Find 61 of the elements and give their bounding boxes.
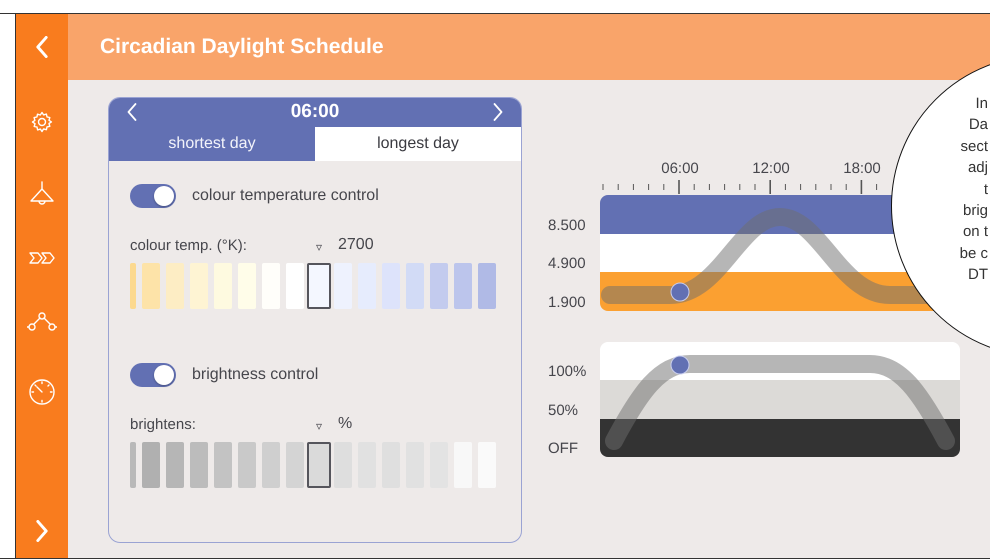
value-text: % bbox=[338, 415, 354, 433]
toggle-label: brightness control bbox=[192, 366, 318, 384]
level-swatch[interactable] bbox=[262, 442, 280, 488]
axis-label: 4.900 bbox=[548, 255, 586, 272]
callout-text: adj bbox=[968, 158, 988, 178]
level-swatch[interactable] bbox=[130, 263, 136, 309]
next-time-button[interactable] bbox=[492, 103, 503, 122]
chevron-left-icon bbox=[127, 103, 137, 122]
toggle-switch[interactable] bbox=[130, 184, 176, 208]
time-axis-label: 12:00 bbox=[752, 160, 790, 177]
level-swatch[interactable] bbox=[166, 263, 184, 309]
level-swatch[interactable] bbox=[406, 263, 424, 309]
level-swatch[interactable] bbox=[238, 442, 256, 488]
level-swatch[interactable] bbox=[142, 263, 160, 309]
day-tab[interactable]: shortest day bbox=[109, 126, 315, 161]
curve-handle[interactable] bbox=[670, 282, 690, 302]
double-chevron-icon bbox=[28, 250, 56, 266]
axis-label: 8.500 bbox=[548, 216, 586, 234]
value-text: 2700 bbox=[338, 236, 375, 254]
level-swatch[interactable] bbox=[478, 263, 496, 309]
chevron-left-icon bbox=[36, 36, 48, 58]
marker-text: ▿ bbox=[316, 419, 322, 433]
callout-text: brig bbox=[962, 201, 988, 222]
gauge-icon bbox=[28, 378, 56, 406]
chevron-right-icon bbox=[36, 520, 48, 542]
level-swatch[interactable] bbox=[166, 442, 184, 488]
level-swatch[interactable] bbox=[430, 263, 448, 309]
day-tab[interactable]: longest day bbox=[315, 126, 521, 161]
callout-text: In bbox=[975, 94, 988, 114]
callout-text: sect bbox=[960, 136, 988, 157]
time-axis-label: 18:00 bbox=[843, 160, 881, 177]
curve-handle[interactable] bbox=[670, 355, 690, 374]
callout-text: on t bbox=[962, 222, 988, 242]
axis-label: 100% bbox=[548, 363, 586, 380]
settings-icon bbox=[30, 110, 54, 134]
time-axis-label: 06:00 bbox=[661, 160, 699, 177]
callout-text: Da bbox=[968, 115, 988, 136]
level-swatch[interactable] bbox=[454, 263, 472, 309]
axis-label: OFF bbox=[548, 440, 578, 457]
field-label: brightens: bbox=[130, 416, 197, 433]
chevron-right-icon bbox=[492, 103, 503, 122]
level-swatch[interactable] bbox=[307, 263, 331, 309]
field-label: colour temp. (°K): bbox=[130, 237, 248, 254]
callout-text: t bbox=[984, 180, 988, 200]
level-swatch[interactable] bbox=[142, 442, 160, 488]
callout-text: DT bbox=[968, 265, 988, 286]
marker-text: ▿ bbox=[316, 240, 322, 254]
level-swatch[interactable] bbox=[190, 442, 208, 488]
previous-time-button[interactable] bbox=[127, 103, 137, 122]
level-swatch[interactable] bbox=[130, 442, 136, 488]
page-title: Circadian Daylight Schedule bbox=[100, 35, 384, 59]
level-swatch[interactable] bbox=[214, 442, 232, 488]
level-swatch[interactable] bbox=[286, 442, 304, 488]
axis-label: 1.900 bbox=[548, 294, 586, 310]
time-text: 06:00 bbox=[290, 101, 340, 124]
toggle-label: colour temperature control bbox=[192, 187, 379, 205]
toggle-switch[interactable] bbox=[130, 363, 176, 387]
callout-text: be c bbox=[960, 244, 988, 264]
axis-label: 50% bbox=[548, 402, 578, 418]
level-swatch[interactable] bbox=[307, 442, 331, 488]
lamp-icon bbox=[28, 180, 56, 206]
